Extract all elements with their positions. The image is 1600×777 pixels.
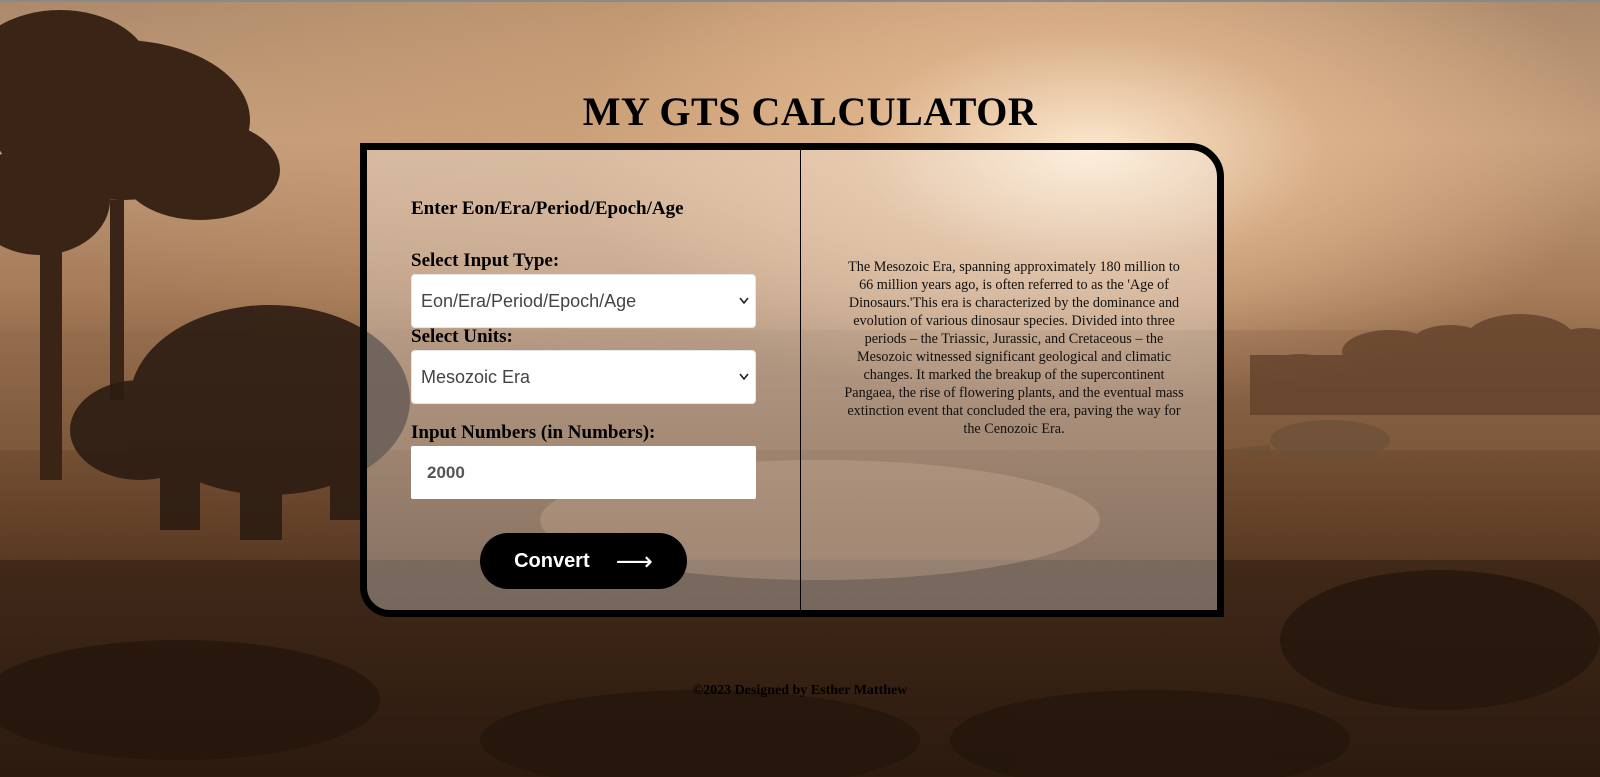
arrow-right-icon: ⟶: [615, 546, 653, 576]
left-tree: [0, 10, 280, 480]
top-border-line: [0, 0, 1600, 2]
number-label: Input Numbers (in Numbers):: [411, 422, 656, 443]
info-panel: The Mesozoic Era, spanning approximately…: [801, 150, 1217, 610]
dinosaur-right: [1220, 420, 1390, 460]
distant-trees: [1250, 314, 1600, 415]
units-label: Select Units:: [411, 326, 513, 347]
convert-button[interactable]: Convert ⟶: [480, 533, 687, 589]
form-heading: Enter Eon/Era/Period/Epoch/Age: [411, 198, 684, 219]
dinosaur-left: [70, 305, 410, 540]
page-title: MY GTS CALCULATOR: [582, 89, 1038, 134]
convert-button-label: Convert: [514, 549, 590, 572]
number-input-value: 2000: [427, 462, 465, 482]
chevron-down-icon: [739, 373, 749, 381]
input-type-value: Eon/Era/Period/Epoch/Age: [421, 290, 637, 311]
number-input[interactable]: 2000: [411, 446, 756, 499]
input-type-select[interactable]: Eon/Era/Period/Epoch/Age: [411, 274, 756, 328]
calculator-card: Enter Eon/Era/Period/Epoch/Age Select In…: [360, 143, 1224, 617]
input-type-label: Select Input Type:: [411, 250, 560, 271]
units-select[interactable]: Mesozoic Era: [411, 350, 756, 404]
chevron-down-icon: [739, 297, 749, 305]
input-panel: Enter Eon/Era/Period/Epoch/Age Select In…: [367, 150, 800, 610]
footer-credit: ©2023 Designed by Esther Matthew: [692, 683, 908, 698]
era-description: The Mesozoic Era, spanning approximately…: [844, 259, 1184, 437]
units-value: Mesozoic Era: [421, 366, 531, 387]
